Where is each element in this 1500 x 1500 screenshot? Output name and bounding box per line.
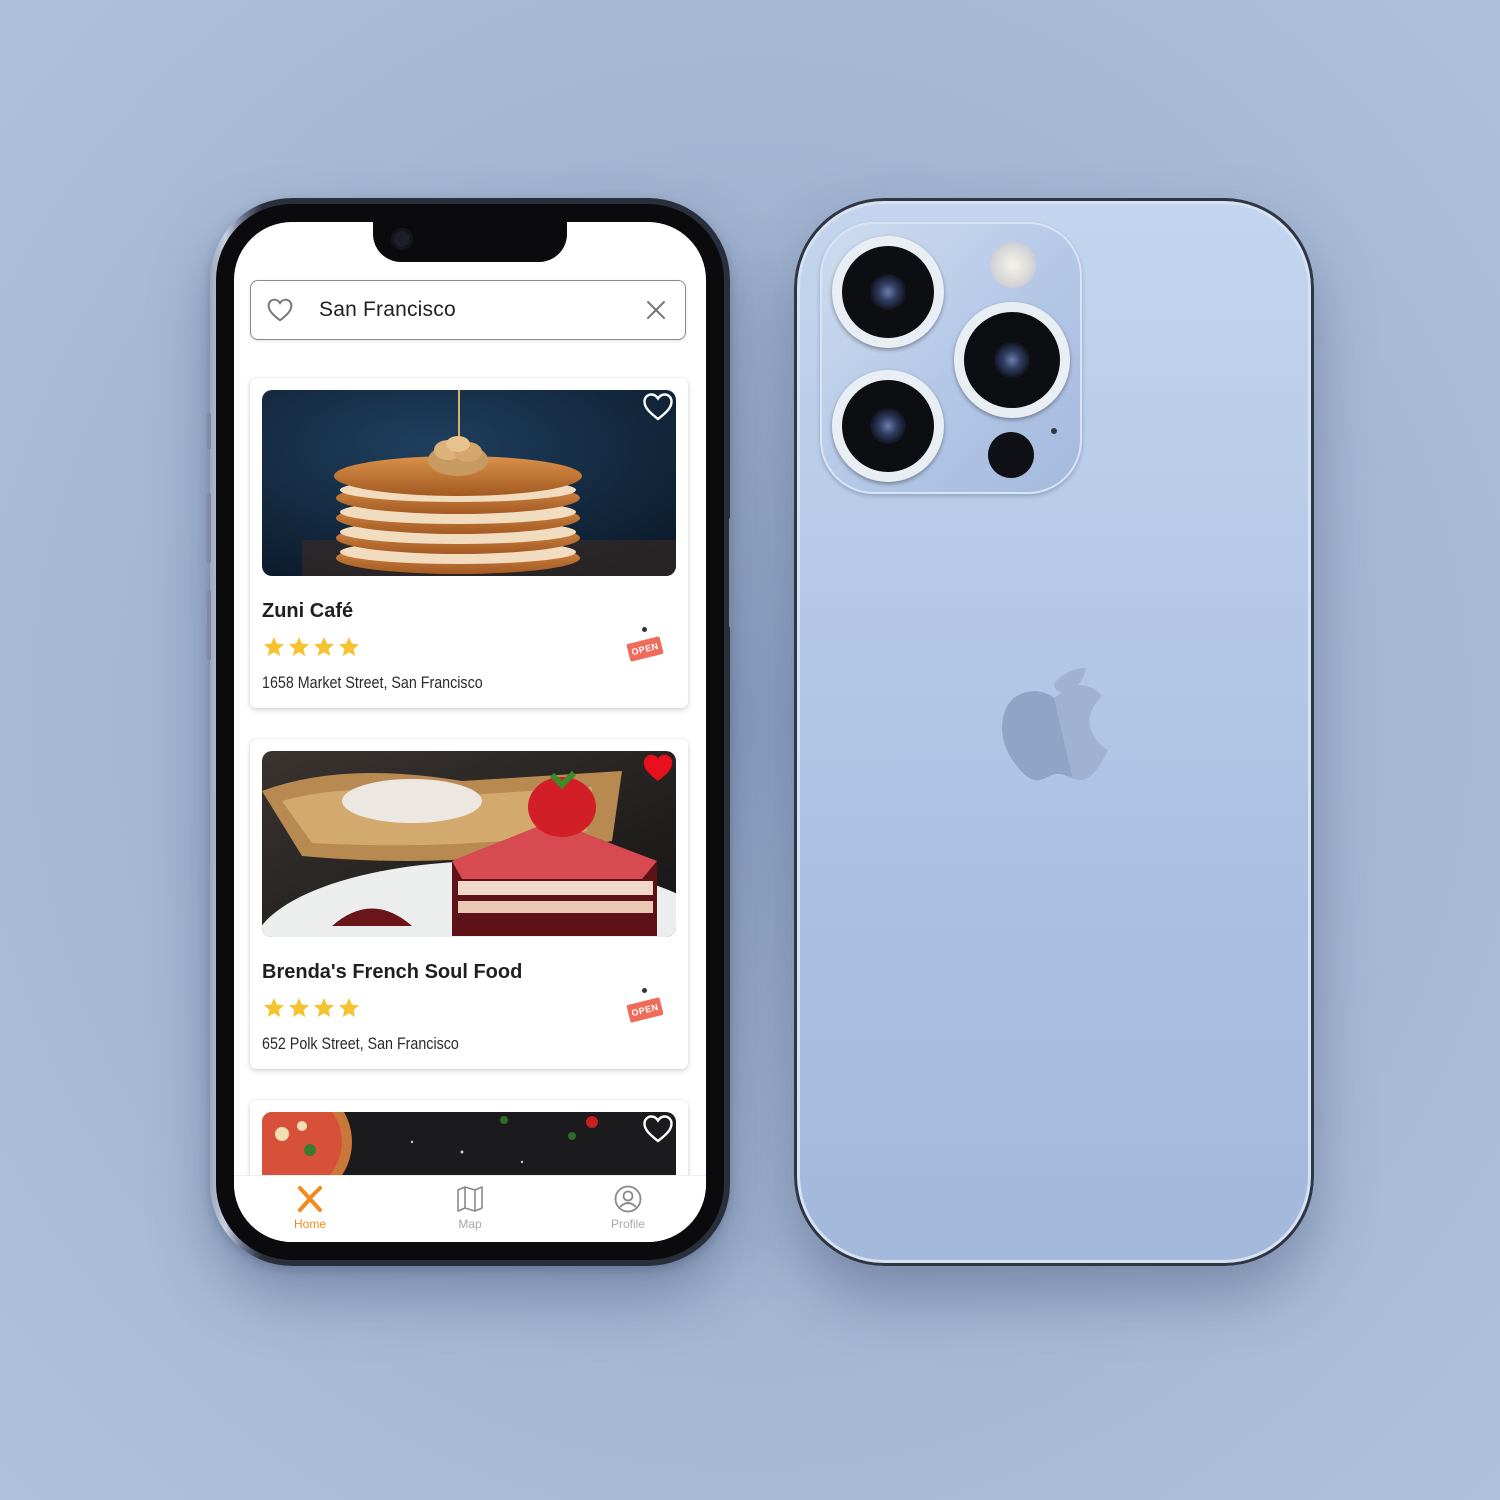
profile-icon (614, 1185, 642, 1213)
heart-icon[interactable] (267, 298, 293, 322)
restaurant-address: 1658 Market Street, San Francisco (262, 673, 483, 692)
front-camera (391, 228, 413, 250)
notch (373, 222, 567, 262)
apple-logo-icon (1002, 668, 1108, 781)
wide-lens-glass (870, 274, 906, 310)
rating-stars (262, 635, 361, 659)
favorite-heart-icon[interactable] (642, 1114, 674, 1144)
tab-bar: Home Map Profile (234, 1175, 706, 1242)
microphone-hole (1051, 428, 1057, 434)
sign-pin (642, 627, 647, 632)
ultrawide-lens-glass (870, 408, 906, 444)
tab-map[interactable]: Map (430, 1184, 510, 1231)
open-status: OPEN (626, 997, 664, 1023)
close-icon[interactable] (645, 299, 667, 321)
sign-pin (642, 988, 647, 993)
restaurant-card[interactable]: Brenda's French Soul Food 652 Polk Stree… (250, 739, 688, 1069)
pizza-photo (262, 1112, 676, 1175)
restaurant-address: 652 Polk Street, San Francisco (262, 1034, 459, 1053)
pancakes-photo (262, 390, 676, 576)
rating-stars (262, 996, 361, 1020)
cake-photo (262, 751, 676, 937)
volume-down-button (207, 590, 211, 660)
tab-label: Home (293, 1217, 326, 1231)
restaurant-card[interactable] (250, 1100, 688, 1175)
tab-home[interactable]: Home (270, 1184, 350, 1231)
favorite-heart-icon[interactable] (642, 392, 674, 422)
favorite-heart-icon[interactable] (642, 753, 674, 783)
volume-up-button (207, 493, 211, 563)
tab-label: Map (458, 1217, 482, 1231)
silent-switch (207, 413, 211, 449)
restaurant-name: Brenda's French Soul Food (262, 961, 523, 983)
restaurant-list[interactable]: San Francisco Zuni Café 1658 Market Stre… (234, 222, 706, 1175)
star-icon (264, 637, 284, 656)
open-status: OPEN (626, 636, 664, 662)
star-icon (339, 998, 359, 1017)
restaurant-card[interactable]: Zuni Café 1658 Market Street, San Franci… (250, 378, 688, 708)
app-screen: San Francisco Zuni Café 1658 Market Stre… (234, 222, 706, 1242)
lidar-sensor (988, 432, 1034, 478)
search-bar[interactable]: San Francisco (250, 280, 686, 340)
star-icon (289, 637, 309, 656)
restaurant-name: Zuni Café (262, 600, 354, 622)
map-icon (457, 1186, 483, 1212)
telephoto-lens-glass (994, 342, 1030, 378)
star-icon (264, 998, 284, 1017)
star-icon (314, 998, 334, 1017)
camera-flash (990, 242, 1036, 288)
open-sign-icon: OPEN (626, 627, 664, 671)
tab-label: Profile (610, 1217, 645, 1231)
star-icon (314, 637, 334, 656)
power-button (729, 518, 733, 628)
fork-knife-icon (298, 1186, 322, 1212)
tab-profile[interactable]: Profile (588, 1184, 668, 1231)
star-icon (339, 637, 359, 656)
search-input[interactable]: San Francisco (319, 298, 456, 322)
star-icon (289, 998, 309, 1017)
open-sign-icon: OPEN (626, 988, 664, 1032)
